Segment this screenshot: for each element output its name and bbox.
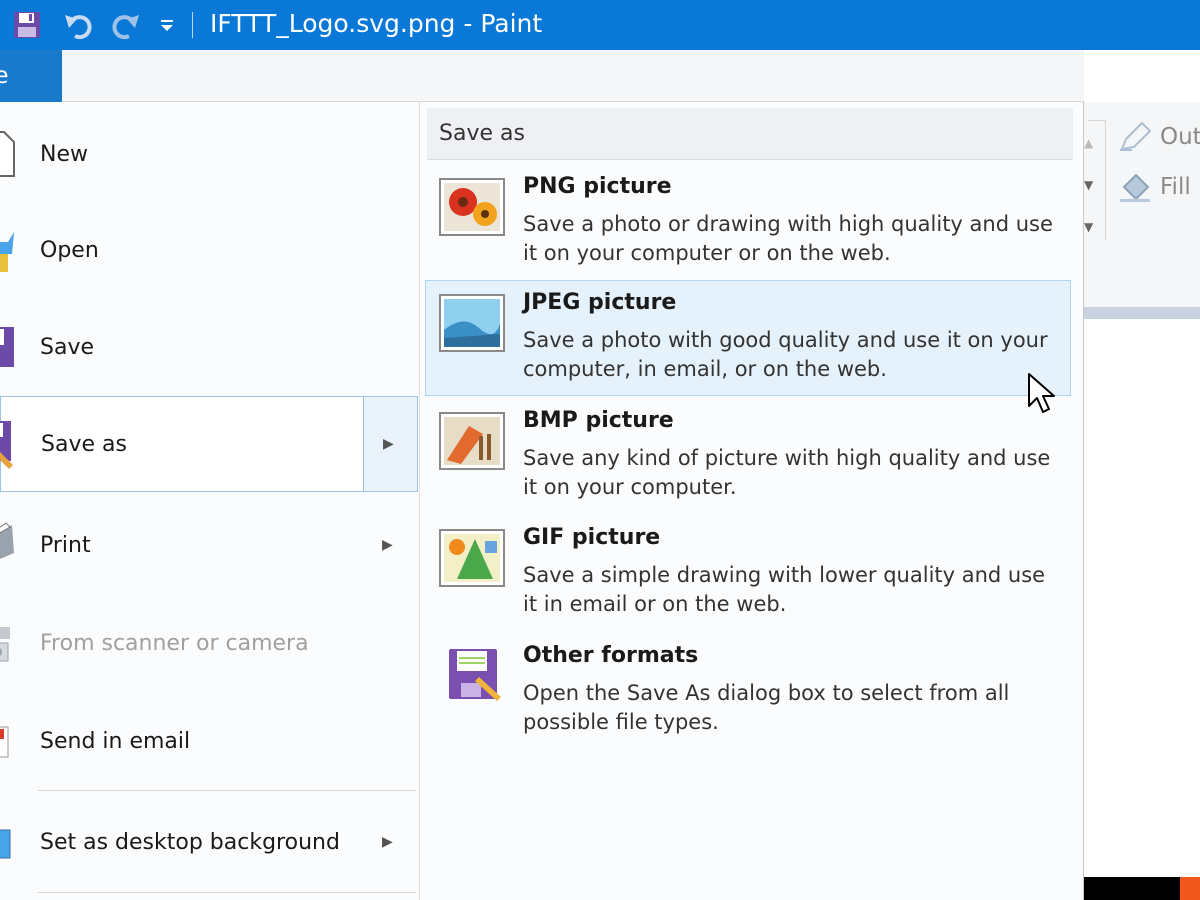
format-gif[interactable]: GIF picture Save a simple drawing with l…	[425, 515, 1071, 631]
floppy-disk-icon[interactable]	[10, 0, 44, 50]
mouse-cursor-icon	[1028, 373, 1055, 413]
menu-item-print[interactable]: Print ▶	[0, 497, 418, 593]
scroll-down-icon[interactable]: ▼	[1084, 178, 1093, 192]
gif-shapes-icon	[439, 529, 505, 587]
jpeg-landscape-icon	[439, 294, 505, 352]
chevron-right-icon: ▶	[382, 537, 393, 553]
chevron-right-icon: ▶	[383, 436, 394, 452]
other-formats-title: Other formats	[523, 643, 699, 668]
fill-label: Fill	[1160, 174, 1191, 200]
canvas-black-region	[1084, 877, 1180, 900]
floppy-disk-icon	[0, 327, 14, 367]
open-folder-icon	[0, 232, 14, 272]
expand-icon[interactable]: ▼	[1084, 220, 1093, 234]
paint-bucket-icon	[1120, 173, 1150, 202]
ribbon-bottom-edge	[1084, 307, 1200, 319]
file-menu-commands: New Open Save Save as ▶ Print ▶ From sca…	[0, 102, 420, 900]
menu-item-desktop-background[interactable]: Set as desktop background ▶	[0, 794, 418, 890]
jpeg-description: Save a photo with good quality and use i…	[523, 328, 1048, 381]
menu-item-save[interactable]: Save	[0, 299, 418, 395]
tab-file[interactable]: le	[0, 50, 62, 102]
other-formats-description: Open the Save As dialog box to select fr…	[523, 681, 1010, 734]
open-label: Open	[40, 237, 99, 263]
new-file-icon	[0, 131, 15, 177]
title-bar: IFTTT_Logo.svg.png - Paint	[0, 0, 1200, 50]
scroll-up-icon[interactable]: ▲	[1084, 136, 1093, 150]
format-png[interactable]: PNG picture Save a photo or drawing with…	[425, 164, 1071, 280]
save-label: Save	[40, 334, 95, 360]
send-email-label: Send in email	[40, 728, 191, 754]
desktop-background-label: Set as desktop background	[40, 829, 340, 855]
png-flower-icon	[439, 178, 505, 236]
outline-button[interactable]: Out	[1118, 120, 1200, 154]
save-as-label: Save as	[41, 431, 127, 457]
ribbon-tab-row: le	[0, 50, 1200, 102]
menu-divider	[38, 892, 416, 893]
save-as-header-label: Save as	[439, 121, 525, 146]
save-as-floppy-icon	[449, 649, 501, 701]
print-label: Print	[40, 532, 91, 558]
bmp-description: Save any kind of picture with high quali…	[523, 446, 1051, 499]
email-icon	[0, 726, 9, 758]
file-menu: New Open Save Save as ▶ Print ▶ From sca…	[0, 102, 1084, 900]
redo-icon[interactable]	[108, 0, 142, 50]
chevron-right-icon: ▶	[382, 834, 393, 850]
bmp-title: BMP picture	[523, 408, 674, 433]
gif-description: Save a simple drawing with lower quality…	[523, 563, 1046, 616]
menu-item-new[interactable]: New	[0, 106, 418, 202]
menu-item-scanner: From scanner or camera	[0, 595, 418, 691]
file-tab-label: le	[0, 63, 9, 89]
fill-button[interactable]: Fill	[1118, 170, 1191, 204]
png-description: Save a photo or drawing with high qualit…	[523, 212, 1053, 265]
save-as-icon	[0, 421, 13, 469]
canvas-area[interactable]	[1084, 319, 1200, 877]
format-jpeg[interactable]: JPEG picture Save a photo with good qual…	[425, 280, 1071, 396]
format-bmp[interactable]: BMP picture Save any kind of picture wit…	[425, 398, 1071, 514]
new-label: New	[40, 141, 88, 167]
canvas-orange-region	[1180, 877, 1200, 900]
desktop-icon	[0, 829, 11, 859]
pencil-outline-icon	[1120, 121, 1152, 151]
tab-row-background	[0, 50, 1084, 102]
gif-title: GIF picture	[523, 525, 661, 550]
scanner-label: From scanner or camera	[40, 630, 309, 656]
save-as-panel: Save as PNG picture Save a photo or draw…	[421, 102, 1083, 900]
undo-icon[interactable]	[62, 0, 96, 50]
title-separator	[192, 12, 193, 38]
menu-item-send-email[interactable]: Send in email	[0, 693, 418, 789]
save-as-header: Save as	[427, 108, 1073, 160]
png-title: PNG picture	[523, 174, 672, 199]
menu-divider	[38, 790, 416, 791]
canvas-image-strip	[1084, 877, 1200, 900]
menu-item-save-as[interactable]: Save as ▶	[0, 396, 418, 492]
jpeg-title: JPEG picture	[523, 290, 677, 315]
scanner-icon	[0, 627, 10, 662]
format-other[interactable]: Other formats Open the Save As dialog bo…	[425, 633, 1071, 749]
outline-label: Out	[1160, 124, 1200, 150]
printer-icon	[0, 522, 14, 559]
menu-item-label: New	[40, 106, 88, 202]
bmp-brush-icon	[439, 412, 505, 470]
dropdown-arrow-icon[interactable]	[154, 0, 180, 50]
window-title: IFTTT_Logo.svg.png - Paint	[210, 9, 543, 38]
menu-item-open[interactable]: Open	[0, 202, 418, 298]
